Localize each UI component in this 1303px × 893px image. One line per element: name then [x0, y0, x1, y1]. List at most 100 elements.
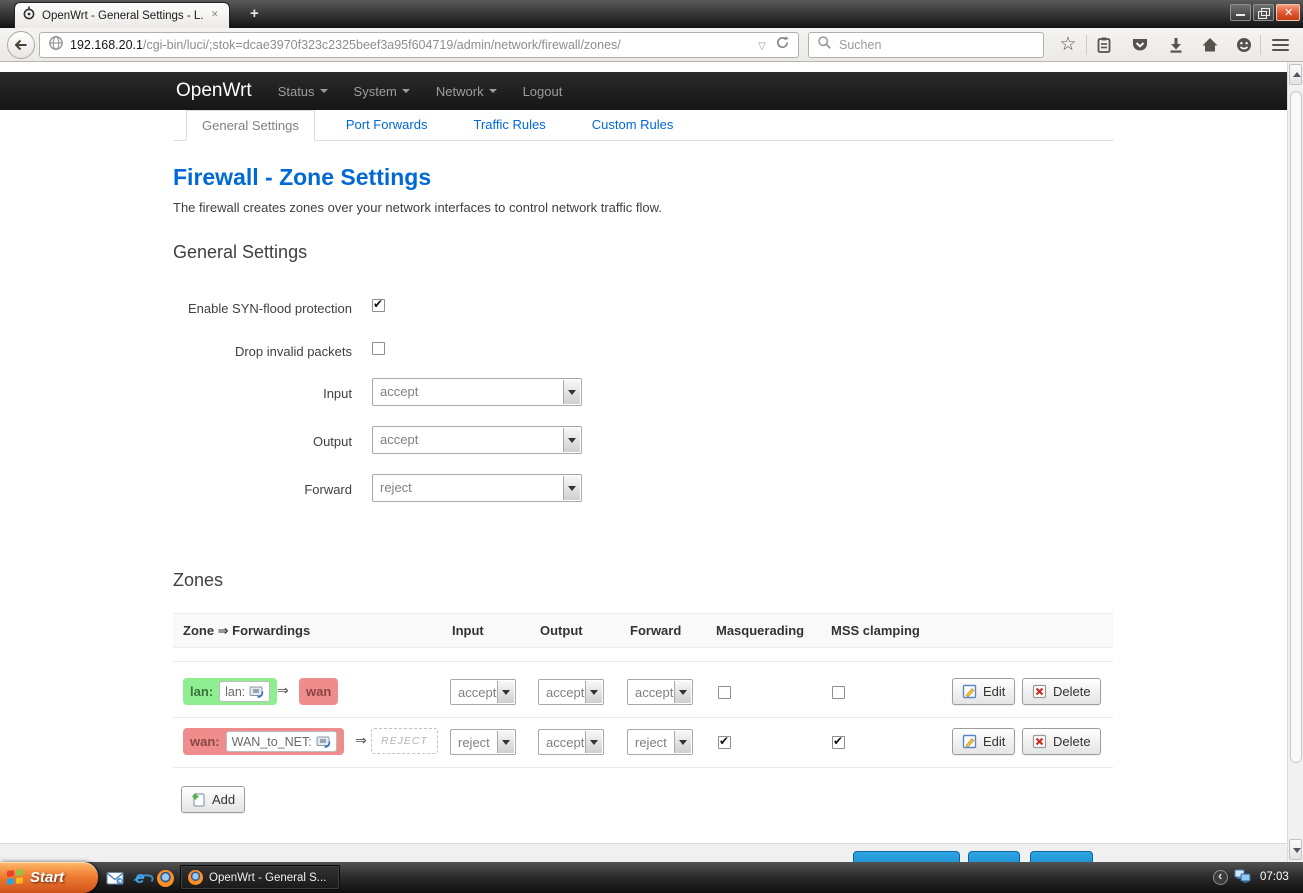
col-input: Input: [452, 614, 484, 647]
mail-icon[interactable]: [106, 869, 124, 887]
caret-down-icon: [489, 89, 497, 93]
nav-item-network[interactable]: Network: [436, 84, 497, 99]
select-arrow-icon: [674, 681, 691, 703]
select-arrow-icon: [563, 476, 580, 500]
url-bar[interactable]: 192.168.20.1/cgi-bin/luci/;stok=dcae3970…: [39, 32, 799, 58]
edit-icon: [962, 684, 977, 699]
window-minimize-button[interactable]: [1230, 4, 1251, 21]
firefox-icon[interactable]: [156, 869, 174, 887]
window-close-button[interactable]: [1276, 4, 1300, 21]
scroll-down-icon[interactable]: [1289, 839, 1302, 860]
back-arrow-icon: [13, 37, 29, 53]
row2-mss-checkbox[interactable]: [832, 736, 845, 749]
new-tab-button[interactable]: [242, 5, 268, 25]
start-button[interactable]: Start: [0, 862, 98, 893]
dest-badge-wan: wan: [299, 678, 338, 705]
scroll-up-icon[interactable]: [1289, 64, 1302, 85]
zones-heading: Zones: [173, 570, 223, 591]
save-button[interactable]: [968, 851, 1020, 862]
nav-item-system[interactable]: System: [354, 84, 410, 99]
window-titlebar: OpenWrt - General Settings - L...: [0, 0, 1303, 28]
forward-arrow: ⇒: [355, 733, 367, 749]
reload-icon[interactable]: [775, 35, 790, 55]
row2-masquerading-checkbox[interactable]: [718, 736, 731, 749]
page-content: OpenWrt Status System Network Logout Gen…: [0, 62, 1287, 862]
bookmarks-menu-icon[interactable]: [1094, 35, 1114, 55]
save-apply-button[interactable]: [853, 851, 960, 862]
scrollbar-thumb[interactable]: [1290, 91, 1302, 763]
tab-general-settings[interactable]: General Settings: [186, 110, 315, 141]
zone-badge-wan: wan: WAN_to_NET:: [183, 728, 344, 755]
menu-hamburger-icon[interactable]: [1270, 35, 1290, 55]
row1-edit-button[interactable]: Edit: [952, 678, 1015, 705]
output-select[interactable]: accept: [372, 426, 582, 454]
col-mss-clamping: MSS clamping: [831, 614, 920, 647]
window-restore-button[interactable]: [1253, 4, 1274, 21]
row1-input-select[interactable]: accept: [450, 679, 516, 705]
general-settings-heading: General Settings: [173, 242, 307, 263]
select-arrow-icon: [497, 681, 514, 703]
internet-explorer-icon[interactable]: e: [131, 869, 149, 887]
delete-icon: [1032, 684, 1047, 699]
taskbar-clock: 07:03: [1260, 862, 1289, 893]
caret-down-icon: [320, 89, 328, 93]
add-zone-button[interactable]: Add: [181, 786, 245, 813]
row1-forward-select[interactable]: accept: [627, 679, 693, 705]
network-badge: lan:: [219, 681, 270, 702]
zones-table-header: Zone ⇒ Forwardings Input Output Forward …: [173, 613, 1113, 648]
caret-down-icon: [402, 89, 410, 93]
page-subtitle: The firewall creates zones over your net…: [173, 200, 662, 215]
pocket-icon[interactable]: [1130, 35, 1150, 55]
hello-smiley-icon[interactable]: [1234, 35, 1254, 55]
row2-edit-button[interactable]: Edit: [952, 728, 1015, 755]
row1-masquerading-checkbox[interactable]: [718, 686, 731, 699]
select-arrow-icon: [585, 681, 602, 703]
search-input[interactable]: [839, 38, 1009, 52]
row2-forward-select[interactable]: reject: [627, 729, 693, 755]
search-bar[interactable]: [808, 32, 1044, 58]
windows-logo-icon: [7, 869, 24, 886]
nav-item-logout[interactable]: Logout: [523, 84, 563, 99]
forward-label: Forward: [80, 482, 352, 497]
reset-button[interactable]: [1030, 851, 1093, 862]
openwrt-favicon-icon: [22, 6, 36, 25]
firewall-tabs: General Settings Port Forwards Traffic R…: [173, 110, 1113, 141]
url-text: 192.168.20.1/cgi-bin/luci/;stok=dcae3970…: [70, 38, 749, 52]
nav-item-status[interactable]: Status: [278, 84, 328, 99]
row2-delete-button[interactable]: Delete: [1022, 728, 1101, 755]
bookmark-star-icon[interactable]: [1058, 35, 1078, 55]
row2-input-select[interactable]: reject: [450, 729, 516, 755]
drop-invalid-checkbox[interactable]: [372, 342, 385, 355]
col-masquerading: Masquerading: [716, 614, 804, 647]
select-arrow-icon: [563, 428, 580, 452]
url-dropdown-icon[interactable]: [755, 36, 769, 54]
network-tray-icon[interactable]: [1234, 868, 1252, 890]
forward-select[interactable]: reject: [372, 474, 582, 502]
select-arrow-icon: [497, 731, 514, 753]
taskbar: Start e OpenWrt - General S... 07:03: [0, 862, 1303, 893]
tab-custom-rules[interactable]: Custom Rules: [577, 110, 689, 140]
input-select[interactable]: accept: [372, 378, 582, 406]
home-icon[interactable]: [1200, 35, 1220, 55]
drop-invalid-label: Drop invalid packets: [80, 344, 352, 359]
browser-tab[interactable]: OpenWrt - General Settings - L...: [14, 2, 230, 28]
syn-flood-checkbox[interactable]: [372, 299, 385, 312]
row2-output-select[interactable]: accept: [538, 729, 604, 755]
tab-port-forwards[interactable]: Port Forwards: [331, 110, 443, 140]
back-button[interactable]: [7, 31, 35, 59]
vertical-scrollbar[interactable]: [1287, 62, 1303, 862]
tab-traffic-rules[interactable]: Traffic Rules: [458, 110, 560, 140]
tab-close-icon[interactable]: [210, 10, 222, 22]
row1-delete-button[interactable]: Delete: [1022, 678, 1101, 705]
row1-mss-checkbox[interactable]: [832, 686, 845, 699]
downloads-icon[interactable]: [1166, 35, 1186, 55]
select-arrow-icon: [674, 731, 691, 753]
taskbar-task-openwrt[interactable]: OpenWrt - General S...: [180, 865, 340, 890]
syn-flood-label: Enable SYN-flood protection: [80, 301, 352, 316]
tray-collapse-icon[interactable]: [1213, 870, 1228, 885]
table-divider: [173, 717, 1113, 718]
table-divider: [173, 661, 1113, 662]
firefox-icon: [188, 870, 203, 885]
row1-output-select[interactable]: accept: [538, 679, 604, 705]
select-arrow-icon: [585, 731, 602, 753]
